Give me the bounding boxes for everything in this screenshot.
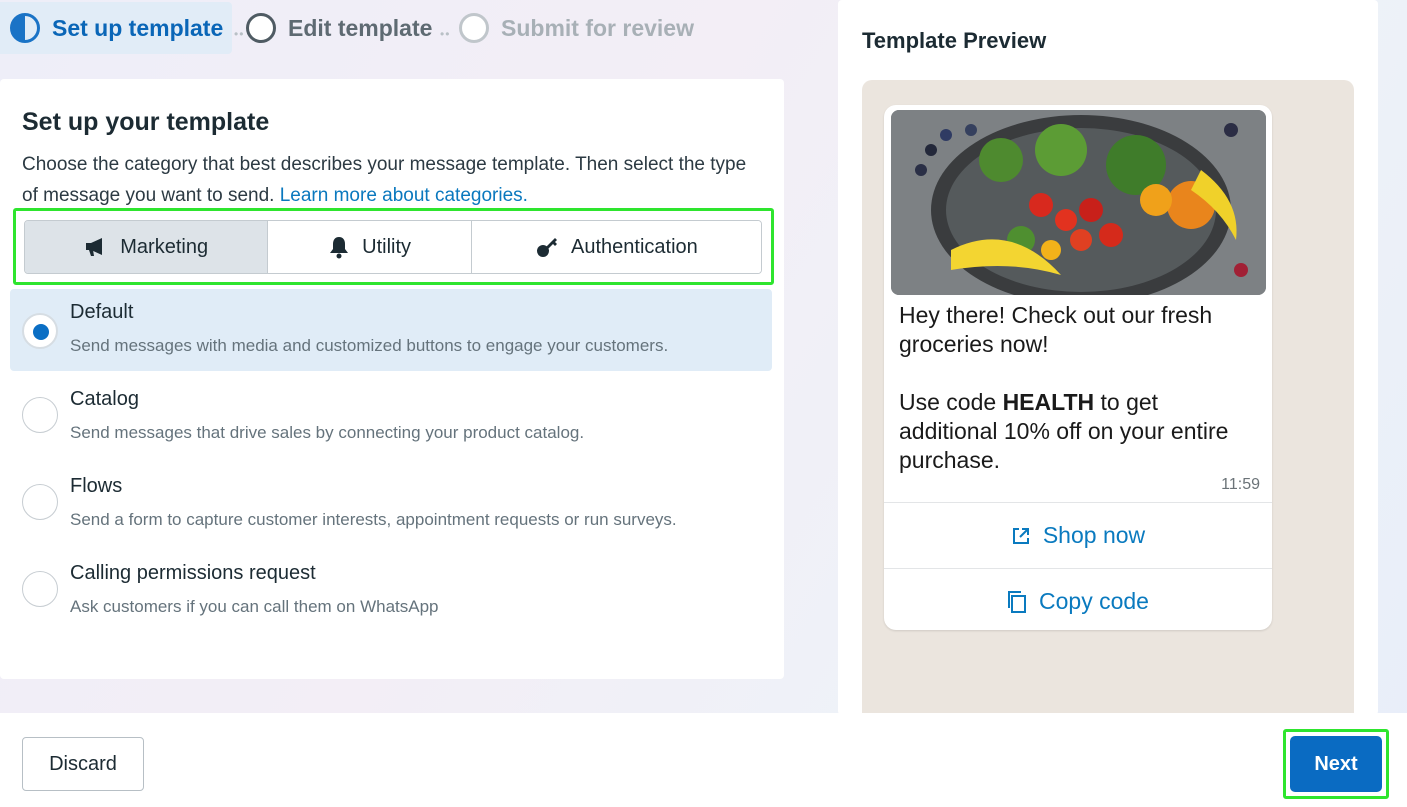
template-preview-panel: Template Preview Hey there! Check out ou…	[838, 0, 1378, 720]
circle-icon	[459, 13, 489, 43]
radio-selected[interactable]	[22, 313, 58, 349]
message-time: 11:59	[1221, 476, 1260, 493]
option-subtitle: Send a form to capture customer interest…	[70, 510, 677, 529]
category-label: Marketing	[120, 235, 209, 258]
option-catalog[interactable]: Catalog Send messages that drive sales b…	[10, 376, 772, 458]
step-edit-template[interactable]: Edit template	[246, 2, 432, 54]
learn-more-link[interactable]: Learn more about categories.	[280, 185, 528, 206]
radio-unselected[interactable]	[22, 571, 58, 607]
category-authentication[interactable]: Authentication	[471, 221, 761, 273]
category-utility[interactable]: Utility	[268, 221, 472, 273]
option-title: Default	[70, 301, 134, 323]
groceries-image	[891, 110, 1266, 295]
category-marketing[interactable]: Marketing	[25, 221, 269, 273]
category-selector: Marketing Utility Authentication	[24, 220, 762, 274]
option-title: Calling permissions request	[70, 562, 316, 584]
next-button[interactable]: Next	[1290, 736, 1382, 792]
external-link-icon	[1012, 527, 1029, 544]
message-bubble: Hey there! Check out our fresh groceries…	[884, 105, 1272, 630]
setup-description: Choose the category that best describes …	[22, 154, 747, 206]
step-submit-for-review: Submit for review	[459, 2, 694, 54]
option-subtitle: Ask customers if you can call them on Wh…	[70, 597, 439, 616]
footer-bar: Discard Next	[0, 713, 1407, 807]
copy-code-button[interactable]: Copy code	[884, 568, 1272, 634]
media-image	[891, 110, 1266, 295]
message-body: Hey there! Check out our fresh groceries…	[899, 302, 1235, 473]
megaphone-icon	[86, 238, 103, 256]
copy-icon	[1008, 590, 1027, 613]
step-separator: ••	[234, 27, 245, 41]
radio-unselected[interactable]	[22, 397, 58, 433]
step-separator: ••	[440, 27, 451, 41]
option-subtitle: Send messages with media and customized …	[70, 336, 669, 355]
circle-icon	[246, 13, 276, 43]
next-highlight: Next	[1283, 729, 1389, 799]
half-circle-icon	[10, 13, 40, 43]
step-label: Set up template	[52, 14, 224, 41]
promo-code: HEALTH	[1002, 389, 1095, 415]
preview-title: Template Preview	[862, 28, 1047, 53]
category-highlight: Marketing Utility Authentication	[13, 208, 774, 285]
category-label: Utility	[362, 235, 412, 258]
bell-icon	[330, 237, 349, 259]
option-title: Catalog	[70, 388, 139, 410]
shop-now-button[interactable]: Shop now	[884, 502, 1272, 568]
setup-title: Set up your template	[22, 108, 270, 136]
step-label: Edit template	[288, 14, 433, 41]
option-subtitle: Send messages that drive sales by connec…	[70, 423, 585, 442]
step-set-up-template[interactable]: Set up template	[0, 2, 232, 54]
option-title: Flows	[70, 475, 123, 497]
key-icon	[537, 238, 558, 257]
stepper: Set up template •• Edit template •• Subm…	[0, 0, 800, 55]
step-label: Submit for review	[501, 14, 694, 41]
category-label: Authentication	[571, 235, 698, 258]
option-flows[interactable]: Flows Send a form to capture customer in…	[10, 463, 772, 545]
discard-button[interactable]: Discard	[22, 737, 144, 791]
radio-unselected[interactable]	[22, 484, 58, 520]
setup-card: Set up your template Choose the category…	[0, 79, 784, 679]
option-calling-permissions[interactable]: Calling permissions request Ask customer…	[10, 550, 772, 632]
chat-background: Hey there! Check out our fresh groceries…	[862, 80, 1354, 720]
option-default[interactable]: Default Send messages with media and cus…	[10, 289, 772, 371]
